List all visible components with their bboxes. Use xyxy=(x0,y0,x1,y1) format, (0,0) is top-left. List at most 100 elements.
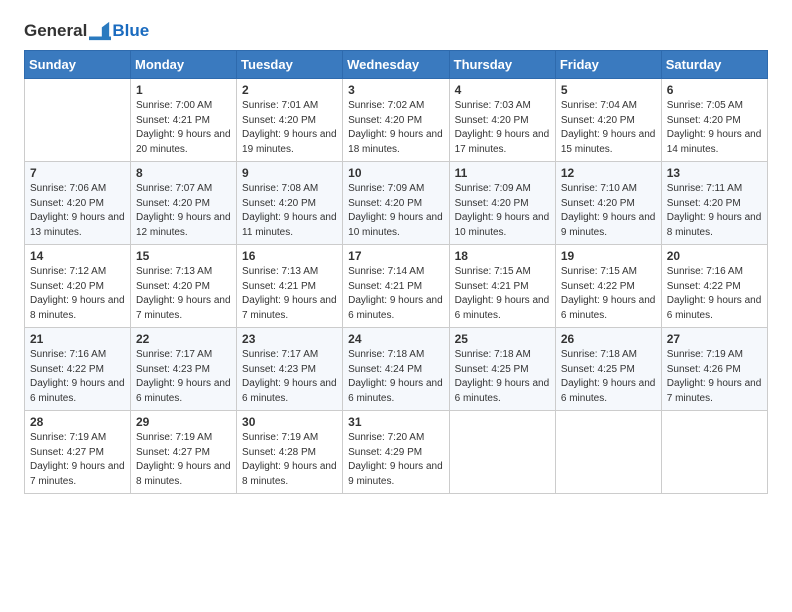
day-info: Sunrise: 7:13 AMSunset: 4:21 PMDaylight:… xyxy=(242,265,337,323)
day-info: Sunrise: 7:19 AMSunset: 4:26 PMDaylight:… xyxy=(667,348,762,406)
logo-blue: Blue xyxy=(112,21,149,41)
calendar-cell: 8 Sunrise: 7:07 AMSunset: 4:20 PMDaylight… xyxy=(131,162,237,245)
day-number: 3 xyxy=(348,83,443,97)
calendar-cell: 1Sunrise: 7:00 AMSunset: 4:21 PMDaylight… xyxy=(131,79,237,162)
week-row: 14 Sunrise: 7:12 AMSunset: 4:20 PMDayligh… xyxy=(25,245,768,328)
day-info: Sunrise: 7:11 AMSunset: 4:20 PMDaylight:… xyxy=(667,182,762,240)
day-info: Sunrise: 7:03 AMSunset: 4:20 PMDaylight:… xyxy=(455,99,550,157)
day-info: Sunrise: 7:09 AMSunset: 4:20 PMDaylight:… xyxy=(455,182,550,240)
day-info: Sunrise: 7:09 AMSunset: 4:20 PMDaylight:… xyxy=(348,182,443,240)
day-number: 12 xyxy=(561,166,656,180)
day-info: Sunrise: 7:04 AMSunset: 4:20 PMDaylight:… xyxy=(561,99,656,157)
calendar-cell: 17 Sunrise: 7:14 AMSunset: 4:21 PMDayligh… xyxy=(343,245,449,328)
day-number: 17 xyxy=(348,249,443,263)
calendar-cell: 15 Sunrise: 7:13 AMSunset: 4:20 PMDayligh… xyxy=(131,245,237,328)
day-number: 9 xyxy=(242,166,337,180)
day-of-week-sunday: Sunday xyxy=(25,51,131,79)
calendar-cell: 7 Sunrise: 7:06 AMSunset: 4:20 PMDaylight… xyxy=(25,162,131,245)
calendar-cell: 25Sunrise: 7:18 AMSunset: 4:25 PMDayligh… xyxy=(449,328,555,411)
day-number: 18 xyxy=(455,249,550,263)
week-row: 7 Sunrise: 7:06 AMSunset: 4:20 PMDaylight… xyxy=(25,162,768,245)
calendar-cell: 26 Sunrise: 7:18 AMSunset: 4:25 PMDayligh… xyxy=(555,328,661,411)
day-info: Sunrise: 7:17 AMSunset: 4:23 PMDaylight:… xyxy=(242,348,337,406)
day-number: 26 xyxy=(561,332,656,346)
day-number: 27 xyxy=(667,332,762,346)
day-number: 5 xyxy=(561,83,656,97)
day-info: Sunrise: 7:15 AMSunset: 4:21 PMDaylight:… xyxy=(455,265,550,323)
day-info: Sunrise: 7:18 AMSunset: 4:25 PMDaylight:… xyxy=(561,348,656,406)
day-info: Sunrise: 7:01 AMSunset: 4:20 PMDaylight:… xyxy=(242,99,337,157)
days-of-week-row: SundayMondayTuesdayWednesdayThursdayFrid… xyxy=(25,51,768,79)
calendar-cell xyxy=(661,411,767,494)
day-number: 10 xyxy=(348,166,443,180)
day-number: 7 xyxy=(30,166,125,180)
day-info: Sunrise: 7:16 AMSunset: 4:22 PMDaylight:… xyxy=(30,348,125,406)
day-number: 30 xyxy=(242,415,337,429)
day-number: 25 xyxy=(455,332,550,346)
calendar-cell: 14 Sunrise: 7:12 AMSunset: 4:20 PMDayligh… xyxy=(25,245,131,328)
calendar-cell: 31 Sunrise: 7:20 AMSunset: 4:29 PMDayligh… xyxy=(343,411,449,494)
day-info: Sunrise: 7:17 AMSunset: 4:23 PMDaylight:… xyxy=(136,348,231,406)
day-of-week-wednesday: Wednesday xyxy=(343,51,449,79)
logo: General Blue xyxy=(24,20,149,42)
day-number: 21 xyxy=(30,332,125,346)
day-info: Sunrise: 7:02 AMSunset: 4:20 PMDaylight:… xyxy=(348,99,443,157)
calendar-cell: 23 Sunrise: 7:17 AMSunset: 4:23 PMDayligh… xyxy=(237,328,343,411)
calendar-cell: 24 Sunrise: 7:18 AMSunset: 4:24 PMDayligh… xyxy=(343,328,449,411)
day-number: 31 xyxy=(348,415,443,429)
calendar-cell: 29Sunrise: 7:19 AMSunset: 4:27 PMDayligh… xyxy=(131,411,237,494)
calendar-cell: 22 Sunrise: 7:17 AMSunset: 4:23 PMDayligh… xyxy=(131,328,237,411)
day-info: Sunrise: 7:20 AMSunset: 4:29 PMDaylight:… xyxy=(348,431,443,489)
calendar-cell xyxy=(555,411,661,494)
day-of-week-tuesday: Tuesday xyxy=(237,51,343,79)
day-info: Sunrise: 7:06 AMSunset: 4:20 PMDaylight:… xyxy=(30,182,125,240)
calendar-cell xyxy=(25,79,131,162)
day-of-week-monday: Monday xyxy=(131,51,237,79)
calendar-cell: 16 Sunrise: 7:13 AMSunset: 4:21 PMDayligh… xyxy=(237,245,343,328)
day-info: Sunrise: 7:08 AMSunset: 4:20 PMDaylight:… xyxy=(242,182,337,240)
week-row: 21 Sunrise: 7:16 AMSunset: 4:22 PMDayligh… xyxy=(25,328,768,411)
calendar-cell: 5 Sunrise: 7:04 AMSunset: 4:20 PMDaylight… xyxy=(555,79,661,162)
day-info: Sunrise: 7:07 AMSunset: 4:20 PMDaylight:… xyxy=(136,182,231,240)
day-number: 6 xyxy=(667,83,762,97)
calendar-cell xyxy=(449,411,555,494)
day-number: 29 xyxy=(136,415,231,429)
day-info: Sunrise: 7:14 AMSunset: 4:21 PMDaylight:… xyxy=(348,265,443,323)
day-info: Sunrise: 7:05 AMSunset: 4:20 PMDaylight:… xyxy=(667,99,762,157)
day-info: Sunrise: 7:16 AMSunset: 4:22 PMDaylight:… xyxy=(667,265,762,323)
day-of-week-thursday: Thursday xyxy=(449,51,555,79)
day-number: 8 xyxy=(136,166,231,180)
week-row: 28Sunrise: 7:19 AMSunset: 4:27 PMDayligh… xyxy=(25,411,768,494)
logo-general: General xyxy=(24,21,87,41)
calendar-cell: 27 Sunrise: 7:19 AMSunset: 4:26 PMDayligh… xyxy=(661,328,767,411)
day-info: Sunrise: 7:18 AMSunset: 4:24 PMDaylight:… xyxy=(348,348,443,406)
calendar-cell: 19Sunrise: 7:15 AMSunset: 4:22 PMDayligh… xyxy=(555,245,661,328)
calendar: SundayMondayTuesdayWednesdayThursdayFrid… xyxy=(24,50,768,494)
day-info: Sunrise: 7:10 AMSunset: 4:20 PMDaylight:… xyxy=(561,182,656,240)
calendar-cell: 20Sunrise: 7:16 AMSunset: 4:22 PMDayligh… xyxy=(661,245,767,328)
calendar-cell: 12 Sunrise: 7:10 AMSunset: 4:20 PMDayligh… xyxy=(555,162,661,245)
day-number: 13 xyxy=(667,166,762,180)
day-info: Sunrise: 7:13 AMSunset: 4:20 PMDaylight:… xyxy=(136,265,231,323)
day-number: 28 xyxy=(30,415,125,429)
day-number: 4 xyxy=(455,83,550,97)
calendar-cell: 4 Sunrise: 7:03 AMSunset: 4:20 PMDaylight… xyxy=(449,79,555,162)
day-number: 11 xyxy=(455,166,550,180)
day-number: 15 xyxy=(136,249,231,263)
day-info: Sunrise: 7:19 AMSunset: 4:28 PMDaylight:… xyxy=(242,431,337,489)
week-row: 1Sunrise: 7:00 AMSunset: 4:21 PMDaylight… xyxy=(25,79,768,162)
day-number: 14 xyxy=(30,249,125,263)
calendar-cell: 21 Sunrise: 7:16 AMSunset: 4:22 PMDayligh… xyxy=(25,328,131,411)
day-number: 19 xyxy=(561,249,656,263)
day-number: 23 xyxy=(242,332,337,346)
day-of-week-saturday: Saturday xyxy=(661,51,767,79)
day-of-week-friday: Friday xyxy=(555,51,661,79)
day-number: 16 xyxy=(242,249,337,263)
day-info: Sunrise: 7:12 AMSunset: 4:20 PMDaylight:… xyxy=(30,265,125,323)
day-number: 24 xyxy=(348,332,443,346)
calendar-cell: 10 Sunrise: 7:09 AMSunset: 4:20 PMDayligh… xyxy=(343,162,449,245)
day-info: Sunrise: 7:00 AMSunset: 4:21 PMDaylight:… xyxy=(136,99,231,157)
day-number: 22 xyxy=(136,332,231,346)
calendar-cell: 30 Sunrise: 7:19 AMSunset: 4:28 PMDayligh… xyxy=(237,411,343,494)
logo-icon xyxy=(89,20,111,42)
